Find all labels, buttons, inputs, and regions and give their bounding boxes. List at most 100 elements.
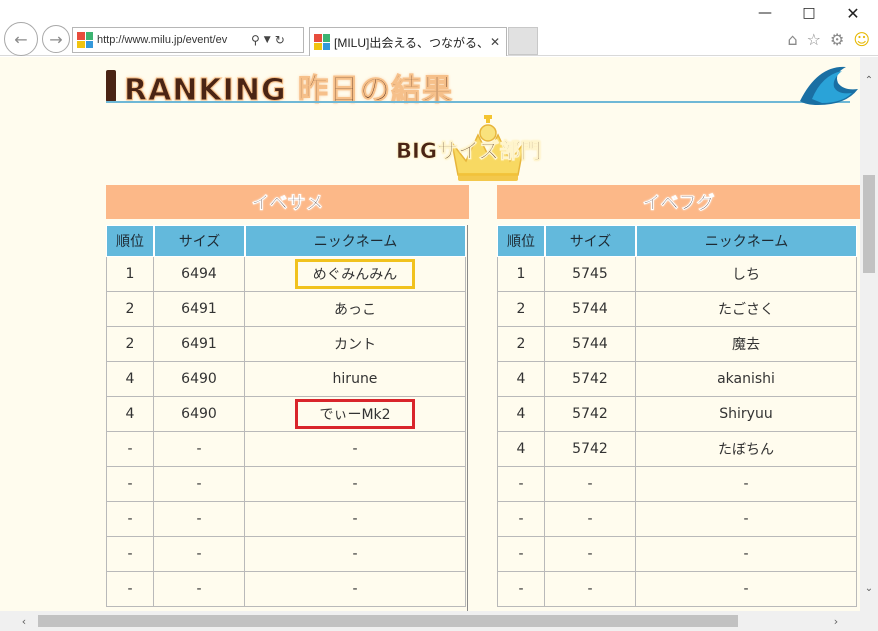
size-cell: -	[154, 572, 245, 607]
favicon-cell	[322, 42, 330, 50]
table-row: 4 5742 たぼちん	[497, 432, 857, 467]
favicon-cell	[85, 40, 93, 48]
table-row: ---	[106, 432, 466, 467]
table-divider	[467, 225, 468, 611]
favicon-cell	[77, 32, 85, 40]
ranking-underline	[106, 101, 850, 103]
rank-cell: -	[497, 537, 545, 572]
back-arrow-icon: ←	[14, 29, 28, 49]
column-header-nickname: ニックネーム	[636, 225, 857, 257]
ranking-table-ibesame: 順位 サイズ ニックネーム 1 6494 めぐみんみん 2 6491 あっこ 2 6491 カン…	[106, 225, 466, 607]
table-row: 2 6491 あっこ	[106, 292, 466, 327]
favicon-cell	[77, 40, 85, 48]
group-header-ibefugu: イベフグ	[497, 185, 860, 219]
search-icon[interactable]: ⚲	[251, 33, 260, 47]
nickname-cell: -	[245, 502, 466, 537]
rank-cell: 4	[497, 432, 545, 467]
nickname-cell: しち	[636, 257, 857, 292]
nickname-cell: -	[245, 572, 466, 607]
rank-cell: -	[106, 502, 154, 537]
nickname-cell: カント	[245, 327, 466, 362]
size-cell: 6494	[154, 257, 245, 292]
ranking-table-ibefugu: 順位 サイズ ニックネーム 1 5745 しち 2 5744 たごさく 2 5744 魔去 4 57…	[497, 225, 857, 607]
rank-cell: 4	[497, 397, 545, 432]
tab-close-icon[interactable]: ✕	[490, 35, 500, 49]
size-cell: 5742	[545, 432, 636, 467]
dropdown-icon[interactable]: ▼	[264, 35, 271, 45]
table-row: 1 5745 しち	[497, 257, 857, 292]
forward-button[interactable]: →	[42, 25, 70, 53]
rank-cell: 2	[106, 292, 154, 327]
column-header-rank: 順位	[106, 225, 154, 257]
table-header-row: 順位 サイズ ニックネーム	[106, 225, 466, 257]
rank-cell: -	[106, 467, 154, 502]
table-row: 4 5742 Shiryuu	[497, 397, 857, 432]
favorites-star-icon[interactable]: ☆	[807, 30, 821, 49]
settings-gear-icon[interactable]: ⚙	[830, 30, 844, 49]
browser-tab-active[interactable]: [MILU]出会える、つながる、楽... ✕	[309, 27, 507, 56]
nickname-cell: 魔去	[636, 327, 857, 362]
size-cell: 6491	[154, 327, 245, 362]
size-cell: 5744	[545, 292, 636, 327]
rank-cell: -	[497, 467, 545, 502]
scroll-down-icon[interactable]: ⌄	[860, 579, 878, 597]
size-cell: 5745	[545, 257, 636, 292]
horizontal-scrollbar[interactable]: ‹ ›	[0, 611, 878, 631]
table-row: 2 6491 カント	[106, 327, 466, 362]
nickname-cell: あっこ	[245, 292, 466, 327]
vertical-scrollbar[interactable]: ⌃ ⌄	[860, 57, 878, 611]
nickname-cell: -	[636, 537, 857, 572]
back-button[interactable]: ←	[4, 22, 38, 56]
size-cell: 5744	[545, 327, 636, 362]
rank-cell: 1	[497, 257, 545, 292]
table-row: 1 6494 めぐみんみん	[106, 257, 466, 292]
favicon-cell	[314, 34, 322, 42]
rank-cell: 4	[497, 362, 545, 397]
tab-favicon-icon	[314, 34, 330, 50]
table-row: ---	[497, 467, 857, 502]
site-favicon-icon	[77, 32, 93, 48]
column-header-nickname: ニックネーム	[245, 225, 466, 257]
new-tab-button[interactable]	[508, 27, 538, 55]
size-cell: -	[545, 572, 636, 607]
size-cell: -	[154, 537, 245, 572]
highlighted-nickname: でぃーMk2	[295, 399, 415, 429]
nickname-cell: めぐみんみん	[245, 257, 466, 292]
page-viewport: RANKING 昨日の結果 BIGサイズ部門 イベサメ 順位 サイズ ニックネー…	[0, 57, 860, 611]
size-cell: -	[545, 502, 636, 537]
address-url[interactable]: http://www.milu.jp/event/ev	[97, 34, 247, 46]
highlighted-nickname: めぐみんみん	[295, 259, 415, 289]
rank-cell: 4	[106, 397, 154, 432]
address-bar[interactable]: http://www.milu.jp/event/ev ⚲ ▼ ↻	[72, 27, 304, 53]
table-row: 4 6490 hirune	[106, 362, 466, 397]
feedback-smiley-icon[interactable]: ☺	[853, 30, 870, 49]
tab-title: [MILU]出会える、つながる、楽...	[334, 35, 486, 50]
table-body: 1 5745 しち 2 5744 たごさく 2 5744 魔去 4 5742 akanishi 4 574…	[497, 257, 857, 607]
rank-cell: -	[497, 502, 545, 537]
table-row: 4 5742 akanishi	[497, 362, 857, 397]
home-icon[interactable]: ⌂	[787, 30, 797, 49]
scroll-left-icon[interactable]: ‹	[14, 611, 34, 631]
nickname-cell: -	[636, 502, 857, 537]
rank-cell: 2	[497, 292, 545, 327]
horizontal-scroll-thumb[interactable]	[38, 615, 738, 627]
size-cell: 6491	[154, 292, 245, 327]
browser-toolbar: ← → http://www.milu.jp/event/ev ⚲ ▼ ↻ [M…	[0, 22, 878, 56]
table-row: ---	[497, 502, 857, 537]
scroll-up-icon[interactable]: ⌃	[860, 71, 878, 89]
section-title: BIGサイズ部門	[396, 139, 542, 164]
refresh-icon[interactable]: ↻	[275, 33, 285, 47]
rank-cell: -	[106, 537, 154, 572]
wave-logo-icon	[800, 66, 858, 105]
scroll-right-icon[interactable]: ›	[826, 611, 846, 631]
nickname-cell: -	[245, 537, 466, 572]
table-row: ---	[106, 572, 466, 607]
rank-cell: -	[106, 572, 154, 607]
table-row: 2 5744 たごさく	[497, 292, 857, 327]
table-row: ---	[106, 537, 466, 572]
nickname-cell: -	[636, 467, 857, 502]
rank-cell: 2	[497, 327, 545, 362]
rank-cell: -	[106, 432, 154, 467]
nickname-cell: -	[245, 432, 466, 467]
vertical-scroll-thumb[interactable]	[863, 175, 875, 273]
